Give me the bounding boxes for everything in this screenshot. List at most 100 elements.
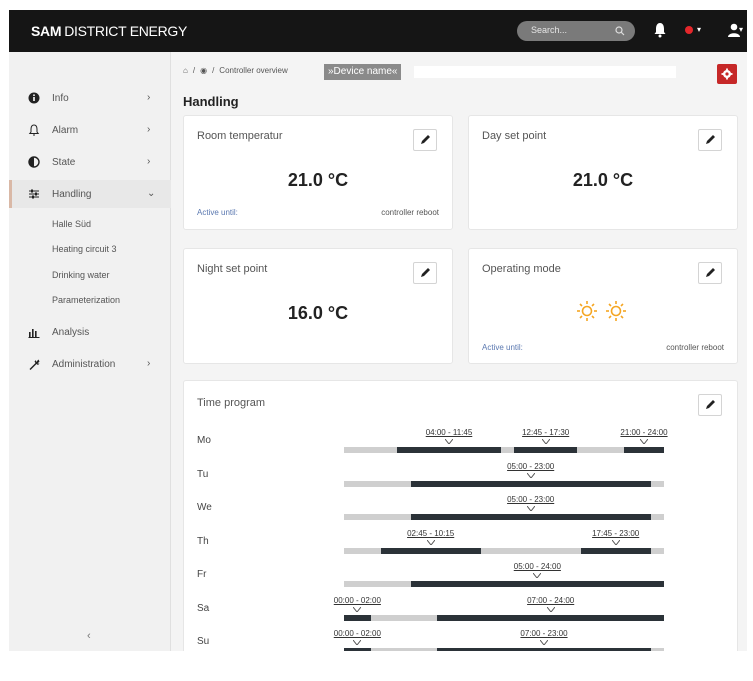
half-circle-icon — [28, 156, 40, 168]
status-dot-icon[interactable] — [685, 26, 693, 34]
search-input[interactable]: Search... — [517, 21, 635, 41]
time-slot-label[interactable]: 04:00 - 11:45 — [419, 428, 479, 437]
edit-button[interactable] — [698, 394, 722, 416]
day-label: We — [197, 502, 212, 513]
slot-pointer-icon — [540, 640, 548, 645]
time-slot-segment[interactable] — [344, 614, 371, 621]
brand-logo[interactable]: SAM DISTRICT ENERGY — [31, 23, 187, 39]
room-temperature-value: 21.0 °C — [287, 170, 349, 190]
time-slot-label[interactable]: 02:45 - 10:15 — [401, 529, 461, 538]
time-slot-segment[interactable] — [437, 614, 664, 621]
time-slot-segment[interactable] — [410, 514, 651, 520]
time-slot-label[interactable]: 12:45 - 17:30 — [516, 428, 576, 437]
pencil-icon — [421, 135, 430, 144]
card-title: Day set point — [482, 130, 547, 142]
user-caret-icon[interactable]: ▾ — [739, 25, 743, 34]
time-slot-label[interactable]: 07:00 - 24:00 — [521, 596, 581, 605]
day-timeline-track[interactable] — [344, 480, 664, 487]
device-name-label: »Device name« — [324, 64, 402, 80]
time-slot-segment[interactable] — [410, 480, 651, 487]
slot-pointer-icon — [533, 573, 542, 578]
sidebar-item-label: Administration — [52, 359, 116, 370]
day-label: Mo — [197, 435, 211, 446]
info-icon — [28, 92, 40, 104]
sidebar-subitem-drinking-water[interactable]: Drinking water — [52, 270, 110, 280]
time-slot-segment[interactable] — [344, 648, 371, 651]
time-slot-segment[interactable] — [397, 447, 501, 453]
time-slot-segment[interactable] — [514, 447, 578, 453]
main-content: ⌂ / ◉ / Controller overview »Device name« Ha… — [172, 52, 747, 651]
edit-button[interactable] — [413, 262, 437, 284]
globe-icon[interactable]: ◉ — [200, 66, 207, 75]
time-slot-label[interactable]: 07:00 - 23:00 — [514, 629, 574, 638]
time-slot-label[interactable]: 00:00 - 02:00 — [327, 629, 387, 638]
operating-mode-card: Operating mode Active until: controller … — [468, 248, 738, 364]
sidebar-subitem-parameterization[interactable]: Parameterization — [52, 295, 120, 305]
search-icon — [615, 26, 625, 36]
sidebar-item-alarm[interactable]: Alarm › — [9, 116, 171, 144]
edit-button[interactable] — [698, 129, 722, 151]
breadcrumb-controller-overview[interactable]: Controller overview — [219, 66, 287, 75]
sidebar-item-label: Handling — [52, 189, 92, 200]
active-until-label: Active until: — [482, 343, 523, 352]
time-slot-label[interactable]: 05:00 - 23:00 — [501, 462, 561, 471]
status-caret-icon[interactable]: ▾ — [697, 25, 701, 34]
chevron-right-icon: › — [147, 156, 151, 167]
slot-pointer-icon — [541, 439, 550, 444]
active-until-value: controller reboot — [381, 208, 439, 217]
brand-rest: DISTRICT ENERGY — [64, 23, 188, 39]
sidebar-subitem-halle-sud[interactable]: Halle Süd — [52, 219, 91, 229]
edit-button[interactable] — [698, 262, 722, 284]
slot-pointer-icon — [526, 472, 535, 478]
slot-pointer-icon — [426, 539, 435, 545]
card-title: Time program — [197, 397, 266, 409]
day-timeline-track[interactable] — [344, 614, 664, 621]
time-slot-segment[interactable] — [410, 581, 664, 587]
collapse-sidebar-icon[interactable]: ‹ — [87, 630, 91, 642]
slot-pointer-icon — [640, 439, 648, 444]
time-slot-label[interactable]: 05:00 - 24:00 — [507, 562, 567, 571]
time-slot-segment[interactable] — [380, 547, 481, 554]
day-timeline-track[interactable] — [344, 581, 664, 587]
time-slot-label[interactable]: 05:00 - 23:00 — [501, 495, 561, 504]
bar-chart-icon — [28, 326, 40, 338]
wrench-icon — [28, 358, 40, 370]
home-icon[interactable]: ⌂ — [183, 66, 188, 75]
night-set-point-card: Night set point 16.0 °C — [183, 248, 453, 364]
day-timeline-track[interactable] — [344, 648, 664, 651]
pencil-icon — [706, 400, 715, 409]
day-timeline-track[interactable] — [344, 514, 664, 520]
chevron-down-icon: ⌄ — [147, 188, 156, 199]
slot-pointer-icon — [611, 539, 620, 545]
time-slot-segment[interactable] — [437, 648, 651, 651]
slot-pointer-icon — [546, 606, 555, 612]
sidebar-item-administration[interactable]: Administration › — [9, 350, 171, 378]
edit-button[interactable] — [413, 129, 437, 151]
sidebar-subitem-heating-circuit[interactable]: Heating circuit 3 — [52, 244, 117, 254]
chevron-right-icon: › — [147, 124, 151, 135]
day-label: Fr — [197, 569, 207, 580]
time-slot-segment[interactable] — [624, 447, 664, 453]
sidebar-item-analysis[interactable]: Analysis — [9, 318, 171, 346]
day-timeline-track[interactable] — [344, 447, 664, 453]
pencil-icon — [706, 268, 715, 277]
sidebar-item-info[interactable]: Info › — [9, 84, 171, 112]
time-program-card: Time program Mo 04:00 - 11:45 12:45 - 17:3… — [183, 380, 738, 651]
slot-pointer-icon — [353, 640, 362, 645]
slot-pointer-icon — [353, 606, 362, 612]
settings-button[interactable] — [717, 64, 737, 84]
sidebar-item-handling[interactable]: Handling ⌄ — [9, 180, 171, 208]
sidebar-item-label: State — [52, 157, 76, 168]
notification-bell-icon[interactable] — [653, 22, 667, 38]
pencil-icon — [421, 268, 430, 277]
time-slot-label[interactable]: 21:00 - 24:00 — [614, 428, 674, 437]
time-slot-segment[interactable] — [580, 547, 651, 554]
day-set-point-card: Day set point 21.0 °C — [468, 115, 738, 230]
sidebar-item-label: Alarm — [52, 125, 79, 136]
sidebar-item-state[interactable]: State › — [9, 148, 171, 176]
pencil-icon — [706, 135, 715, 144]
slot-pointer-icon — [445, 439, 453, 444]
time-slot-label[interactable]: 17:45 - 23:00 — [586, 529, 646, 538]
time-slot-label[interactable]: 00:00 - 02:00 — [327, 596, 387, 605]
day-timeline-track[interactable] — [344, 547, 664, 554]
